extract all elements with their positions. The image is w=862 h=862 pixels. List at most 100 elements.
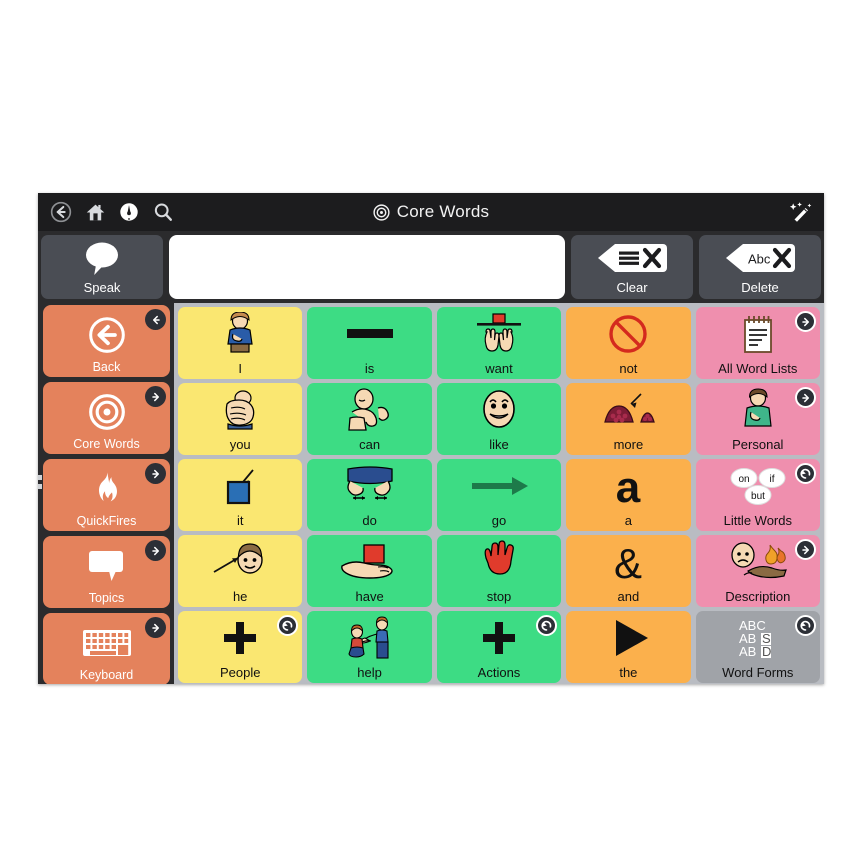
cell-want[interactable]: want bbox=[436, 307, 562, 379]
badge-arrow-right-icon bbox=[795, 387, 816, 408]
cell-label: can bbox=[359, 437, 381, 452]
svg-text:AB: AB bbox=[739, 644, 756, 659]
cell-label: do bbox=[362, 513, 377, 528]
search-icon[interactable] bbox=[148, 197, 178, 227]
blue-square-arrow-icon bbox=[178, 459, 302, 513]
sidebar-item-keyboard[interactable]: Keyboard bbox=[43, 613, 170, 684]
cell-label: stop bbox=[486, 589, 512, 604]
cell-not[interactable]: not bbox=[566, 307, 691, 379]
helping-people-icon bbox=[307, 611, 431, 665]
badge-arrow-right-icon bbox=[795, 311, 816, 332]
cell-word-forms[interactable]: ABC AB S AB D Word Forms bbox=[695, 611, 820, 683]
cell-label: I bbox=[238, 361, 242, 376]
cell-label: Word Forms bbox=[722, 665, 794, 680]
cell-have[interactable]: have bbox=[307, 535, 432, 607]
badge-arrow-right-icon bbox=[145, 463, 166, 484]
hands-working-icon bbox=[307, 459, 431, 513]
cell-label: All Word Lists bbox=[718, 361, 798, 376]
symbol-grid: I is want not All Word Lists you can lik… bbox=[174, 303, 824, 684]
message-bar: Speak Clear Abc Delete bbox=[38, 231, 824, 303]
cell-label: and bbox=[617, 589, 640, 604]
aac-app-window: Core Words Speak Clear Abc Delete Back C… bbox=[38, 193, 824, 684]
cell-label: he bbox=[232, 589, 248, 604]
ampersand-icon: & bbox=[566, 535, 690, 589]
cell-label: a bbox=[624, 513, 632, 528]
sidebar-label-core-words: Core Words bbox=[73, 437, 140, 451]
target-icon bbox=[373, 203, 390, 221]
cell-go[interactable]: go bbox=[436, 459, 562, 531]
right-arrow-icon bbox=[437, 459, 561, 513]
clear-label: Clear bbox=[616, 280, 648, 295]
back-icon[interactable] bbox=[46, 197, 76, 227]
svg-text:but: but bbox=[751, 491, 765, 502]
cell-it[interactable]: it bbox=[178, 459, 303, 531]
sidebar-label-quickfires: QuickFires bbox=[76, 514, 137, 528]
cell-do[interactable]: do bbox=[307, 459, 432, 531]
cell-label: more bbox=[613, 437, 644, 452]
cell-label: help bbox=[357, 665, 382, 680]
svg-text:Abc: Abc bbox=[748, 252, 771, 267]
flexing-arm-icon bbox=[307, 383, 431, 437]
letter-a-icon: a bbox=[566, 459, 690, 513]
cell-label: People bbox=[219, 665, 261, 680]
boy-face-arrow-icon bbox=[178, 535, 302, 589]
delete-word-icon: Abc bbox=[699, 235, 821, 281]
cell-stop[interactable]: stop bbox=[436, 535, 562, 607]
cell-label: want bbox=[485, 361, 513, 376]
badge-arrow-right-icon bbox=[145, 540, 166, 561]
cell-label: it bbox=[236, 513, 244, 528]
svg-text:if: if bbox=[769, 474, 774, 485]
cell-little-words[interactable]: on if but Little Words bbox=[695, 459, 820, 531]
badge-arrow-back-icon bbox=[795, 615, 816, 636]
delete-button[interactable]: Abc Delete bbox=[699, 235, 821, 299]
cell-description[interactable]: Description bbox=[695, 535, 820, 607]
cell-all-word-lists[interactable]: All Word Lists bbox=[695, 307, 820, 379]
cell-a[interactable]: a a bbox=[566, 459, 691, 531]
sidebar-label-keyboard: Keyboard bbox=[79, 668, 134, 682]
magic-wand-icon[interactable] bbox=[784, 197, 816, 227]
cell-he[interactable]: he bbox=[178, 535, 303, 607]
cell-people[interactable]: People bbox=[178, 611, 303, 683]
cell-and[interactable]: & and bbox=[566, 535, 691, 607]
badge-arrow-right-icon bbox=[145, 386, 166, 407]
sidebar-label-topics: Topics bbox=[88, 591, 125, 605]
cell-can[interactable]: can bbox=[307, 383, 432, 455]
hand-holding-block-icon bbox=[307, 535, 431, 589]
compass-icon[interactable] bbox=[114, 197, 144, 227]
home-icon[interactable] bbox=[80, 197, 110, 227]
badge-arrow-right-icon bbox=[145, 617, 166, 638]
cell-i[interactable]: I bbox=[178, 307, 303, 379]
clear-message-icon bbox=[571, 235, 693, 281]
board-body: Back Core Words QuickFires Topics Keyboa… bbox=[38, 303, 824, 684]
pile-icon bbox=[566, 383, 690, 437]
cell-help[interactable]: help bbox=[307, 611, 432, 683]
speak-button[interactable]: Speak bbox=[41, 235, 163, 299]
cell-the[interactable]: the bbox=[566, 611, 691, 683]
svg-text:on: on bbox=[738, 474, 749, 485]
cell-personal[interactable]: Personal bbox=[695, 383, 820, 455]
page-title: Core Words bbox=[396, 202, 490, 221]
delete-label: Delete bbox=[741, 280, 779, 295]
clear-button[interactable]: Clear bbox=[571, 235, 693, 299]
cell-label: Little Words bbox=[723, 513, 792, 528]
svg-text:a: a bbox=[616, 464, 641, 508]
cell-is[interactable]: is bbox=[307, 307, 432, 379]
cell-label: not bbox=[619, 361, 638, 376]
sidebar-item-back[interactable]: Back bbox=[43, 305, 170, 377]
cell-like[interactable]: like bbox=[436, 383, 562, 455]
message-input[interactable] bbox=[169, 235, 565, 299]
sidebar-item-quickfires[interactable]: QuickFires bbox=[43, 459, 170, 531]
cell-label: is bbox=[364, 361, 375, 376]
top-navigation-bar: Core Words bbox=[38, 193, 824, 231]
cell-label: Personal bbox=[732, 437, 784, 452]
sidebar-item-topics[interactable]: Topics bbox=[43, 536, 170, 608]
cell-you[interactable]: you bbox=[178, 383, 303, 455]
cell-actions[interactable]: Actions bbox=[436, 611, 562, 683]
sidebar-item-core-words[interactable]: Core Words bbox=[43, 382, 170, 454]
badge-arrow-left-icon bbox=[145, 309, 166, 330]
speech-bubble-icon bbox=[41, 235, 163, 281]
svg-text:D: D bbox=[762, 644, 771, 659]
sidebar-scroll-indicator[interactable] bbox=[38, 475, 42, 493]
cell-label: Description bbox=[725, 589, 791, 604]
cell-more[interactable]: more bbox=[566, 383, 691, 455]
